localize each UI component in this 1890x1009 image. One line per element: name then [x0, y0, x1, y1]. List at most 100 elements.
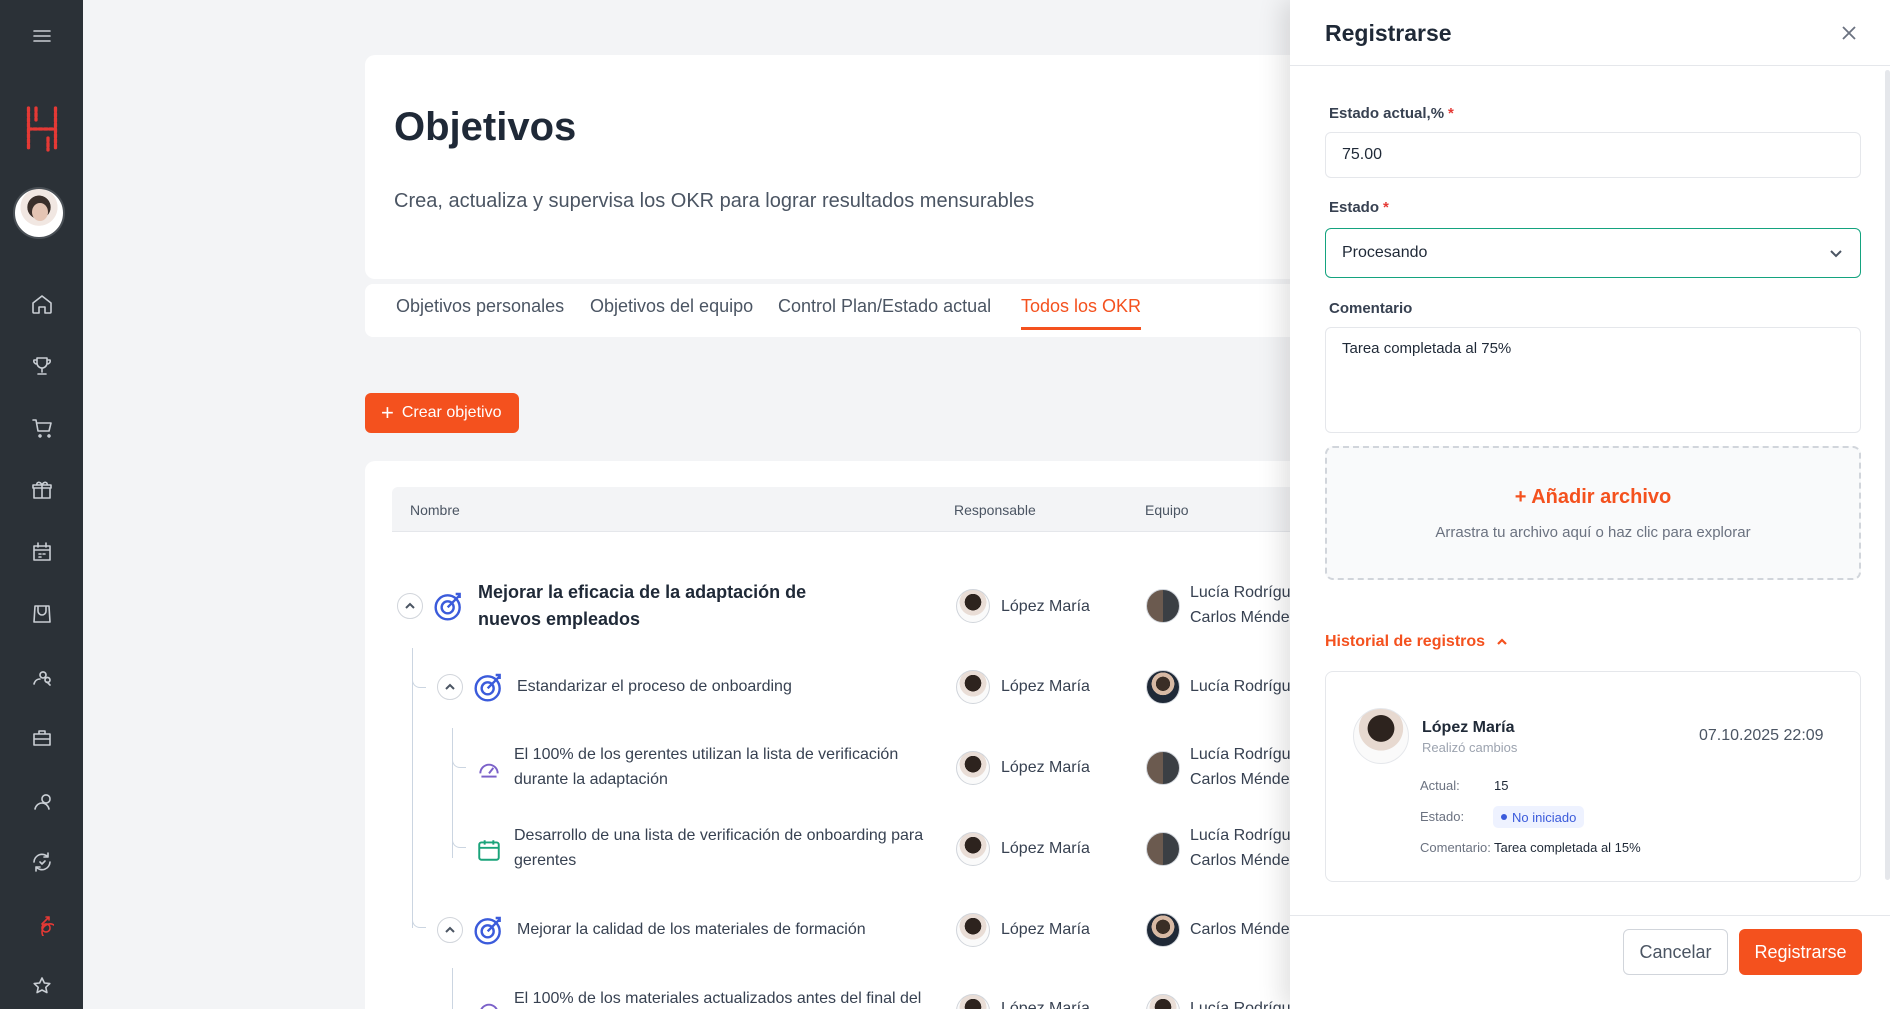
sidebar: [0, 0, 83, 1009]
target-icon[interactable]: [20, 902, 63, 945]
cart-icon[interactable]: [20, 406, 63, 449]
tree-line: [412, 648, 413, 928]
current-status-input[interactable]: 75.00: [1325, 132, 1861, 178]
current-status-label: Estado actual,% *: [1329, 105, 1454, 122]
close-button[interactable]: [1836, 20, 1862, 46]
cancel-button[interactable]: Cancelar: [1623, 929, 1728, 975]
owner-name: López María: [1001, 678, 1090, 695]
chevron-up-icon: [445, 683, 455, 690]
calendar-icon: [478, 840, 500, 861]
tree-line: [452, 968, 453, 1009]
gift-icon[interactable]: [20, 468, 63, 511]
tab-all-okr[interactable]: Todos los OKR: [1021, 296, 1142, 330]
target-icon: [434, 592, 461, 621]
create-objective-button[interactable]: + Crear objetivo: [365, 393, 520, 433]
tab-personal[interactable]: Objetivos personales: [396, 296, 564, 327]
collapse-toggle[interactable]: [437, 674, 463, 700]
column-name[interactable]: Nombre: [410, 502, 460, 518]
history-comment-value: Tarea completada al 15%: [1494, 840, 1641, 855]
check-in-drawer: Registrarse Estado actual,% * 75.00 Estad…: [1290, 0, 1890, 1009]
collapse-toggle[interactable]: [397, 593, 423, 619]
row-name: Estandarizar el proceso de onboarding: [517, 678, 792, 695]
page-title: Objetivos: [394, 105, 577, 149]
owner-avatar: [956, 751, 990, 785]
submit-button[interactable]: Registrarse: [1739, 929, 1862, 975]
add-file-button[interactable]: + Añadir archivo: [1327, 486, 1859, 509]
drawer-scrollbar[interactable]: [1885, 70, 1890, 880]
owner-name: López María: [1001, 1000, 1090, 1009]
file-dropzone[interactable]: + Añadir archivo Arrastra tu archivo aqu…: [1325, 446, 1861, 580]
target-icon: [474, 673, 501, 702]
tab-team[interactable]: Objetivos del equipo: [590, 296, 753, 327]
chevron-down-icon: [1830, 250, 1842, 258]
refresh-icon[interactable]: [20, 840, 63, 883]
status-selected-value: Procesando: [1342, 244, 1428, 261]
tree-hook: [412, 910, 426, 928]
team-avatar: [1146, 832, 1180, 866]
history-toggle[interactable]: Historial de registros: [1325, 633, 1509, 651]
owner-avatar: [956, 589, 990, 623]
briefcase-icon[interactable]: [20, 716, 63, 759]
team-member: Lucía Rodrígu...: [1190, 584, 1304, 601]
team-member: Lucía Rodrígu...: [1190, 1000, 1304, 1009]
inbox-icon[interactable]: [20, 592, 63, 635]
team-member: Lucía Rodrígu...: [1190, 678, 1304, 695]
comment-textarea[interactable]: Tarea completada al 75%: [1325, 327, 1861, 433]
history-status-key: Estado:: [1420, 809, 1465, 824]
team-avatar: [1146, 670, 1180, 704]
history-avatar: [1353, 708, 1409, 764]
owner-name: López María: [1001, 840, 1090, 857]
owner-name: López María: [1001, 921, 1090, 938]
search-user-icon[interactable]: [20, 654, 63, 697]
owner-avatar: [956, 670, 990, 704]
user-icon[interactable]: [20, 778, 63, 821]
history-date: 07.10.2025 22:09: [1699, 727, 1824, 744]
tree-hook: [452, 750, 466, 768]
drawer-header: Registrarse: [1290, 0, 1890, 66]
gauge-icon: [480, 1003, 498, 1009]
chevron-up-icon: [445, 926, 455, 933]
trophy-icon[interactable]: [20, 344, 63, 387]
collapse-toggle[interactable]: [437, 917, 463, 943]
user-avatar[interactable]: [13, 187, 65, 239]
target-icon: [474, 916, 501, 945]
owner-name: López María: [1001, 598, 1090, 615]
team-avatar: [1146, 589, 1180, 623]
history-action: Realizó cambios: [1422, 740, 1518, 755]
page-subtitle: Crea, actualiza y supervisa los OKR para…: [394, 190, 1035, 212]
tab-control[interactable]: Control Plan/Estado actual: [778, 296, 991, 327]
calendar-icon[interactable]: [20, 530, 63, 573]
table-header: [392, 487, 1392, 532]
team-member: Lucía Rodrígu...: [1190, 746, 1304, 763]
team-avatar: [1146, 913, 1180, 947]
star-icon[interactable]: [20, 964, 63, 1007]
team-member: Carlos Ménde...: [1190, 921, 1303, 938]
column-team[interactable]: Equipo: [1145, 502, 1189, 518]
row-name: Desarrollo de una lista de verificación …: [514, 827, 924, 869]
row-name: El 100% de los materiales actualizados a…: [514, 990, 922, 1007]
create-objective-label: Crear objetivo: [401, 404, 502, 421]
tree-hook: [452, 830, 466, 848]
drawer-title: Registrarse: [1325, 20, 1452, 46]
history-user-name: López María: [1422, 719, 1515, 736]
column-owner[interactable]: Responsable: [954, 502, 1036, 518]
status-select[interactable]: Procesando: [1325, 228, 1861, 278]
team-member: Carlos Ménde...: [1190, 609, 1303, 626]
row-name: El 100% de los gerentes utilizan la list…: [514, 746, 899, 788]
history-entry: López María Realizó cambios 07.10.2025 2…: [1325, 671, 1861, 882]
status-badge: No iniciado: [1493, 806, 1585, 828]
owner-avatar: [956, 913, 990, 947]
row-name: Mejorar la calidad de los materiales de …: [517, 921, 866, 938]
menu-icon[interactable]: [20, 14, 63, 57]
plus-icon: +: [1514, 486, 1532, 508]
chevron-up-icon: [1497, 638, 1507, 645]
team-member: Lucía Rodrígu...: [1190, 827, 1304, 844]
history-comment-key: Comentario:: [1420, 840, 1491, 855]
owner-name: López María: [1001, 759, 1090, 776]
gauge-icon: [479, 763, 499, 778]
close-icon: [1842, 26, 1856, 40]
brand-logo: [20, 100, 63, 158]
home-icon[interactable]: [20, 282, 63, 325]
team-avatar: [1146, 751, 1180, 785]
history-current-value: 15: [1494, 778, 1509, 793]
